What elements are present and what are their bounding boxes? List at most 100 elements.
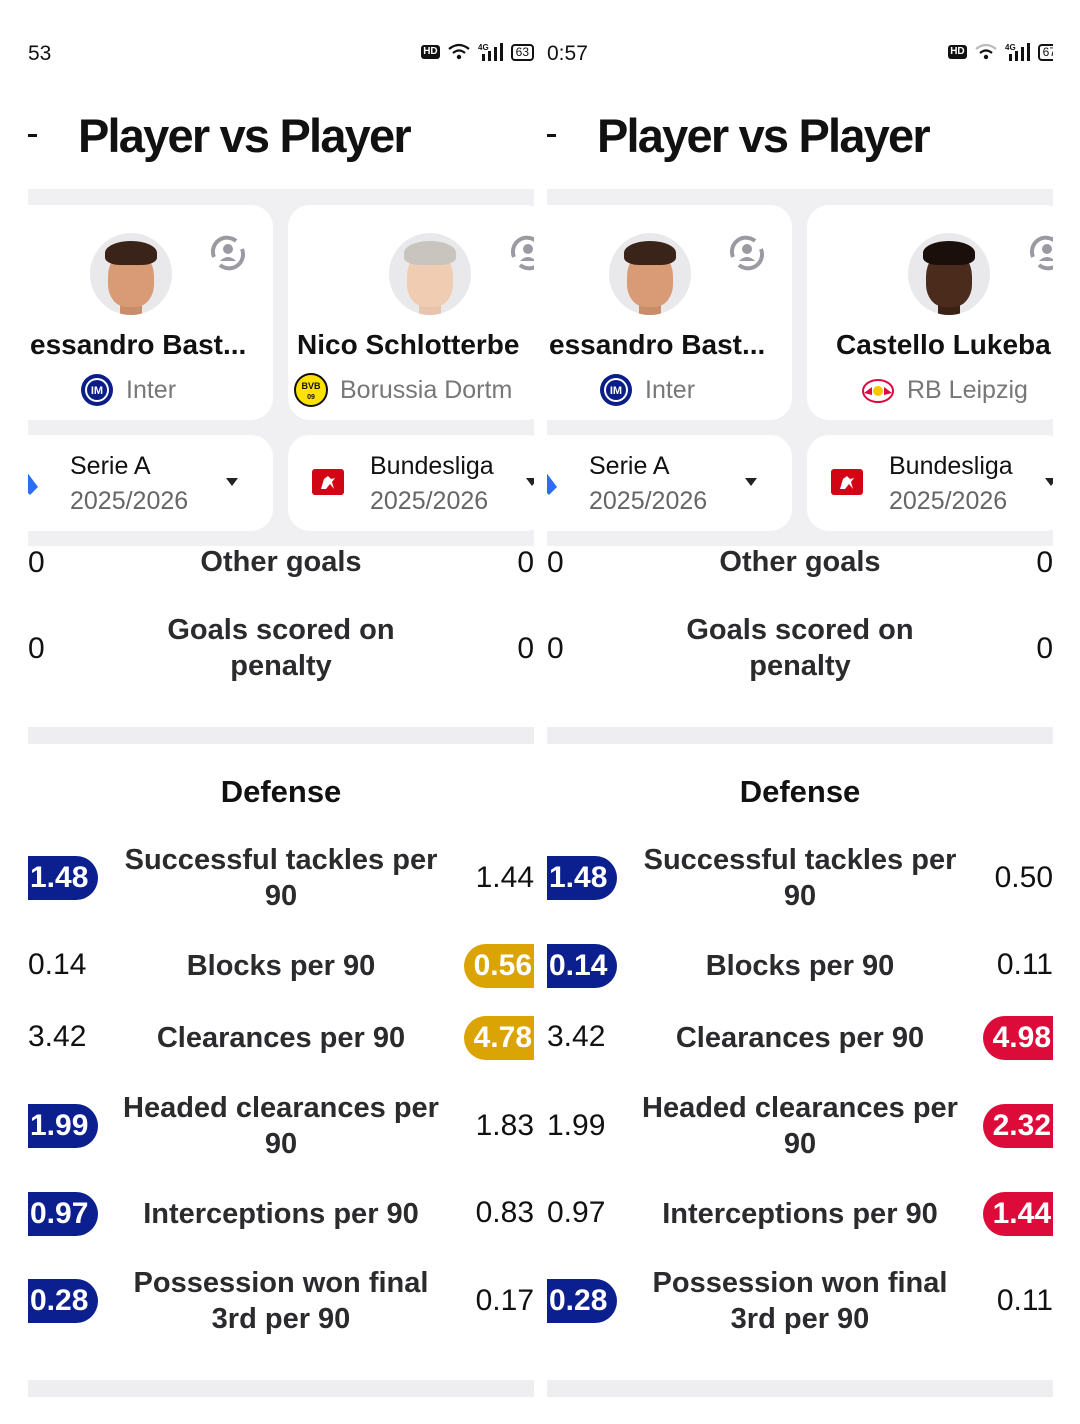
stat-label: Headed clearances per 90 [123, 1092, 439, 1160]
league-1-name: Serie A [70, 452, 151, 480]
stat-left-value: 1.48 [547, 856, 618, 900]
svg-text:IM: IM [610, 385, 622, 397]
battery-icon: 67 [1037, 43, 1053, 61]
stat-label: Clearances per 90 [675, 1022, 925, 1054]
stat-left-value: 1.99 [547, 1109, 606, 1142]
comparison-panel-right: 0:57 HD 4G 67 Player vs Player essandro … [547, 0, 1053, 1424]
stat-row: 0 Other goals 0 [547, 544, 1053, 584]
stat-right-value: 2.32 [982, 1104, 1053, 1148]
signal-icon: 4G [1005, 43, 1030, 61]
bundesliga-logo-icon [312, 469, 344, 495]
stat-right-value: 0.11 [996, 1284, 1053, 1317]
player-card-2[interactable]: Nico Schlotterbe BVB 09 Borussia Dortm [288, 205, 534, 420]
league-2-season: 2025/2026 [370, 487, 489, 515]
league-1-season: 2025/2026 [589, 487, 708, 515]
stat-left-value: 0 [547, 546, 564, 579]
swap-player-icon[interactable] [506, 231, 534, 275]
stat-label: Successful tackles per 90 [643, 844, 957, 912]
player-2-name: Castello Lukeba [836, 329, 1051, 360]
stat-left-value: 0.97 [547, 1196, 606, 1229]
stat-label: Other goals [200, 546, 362, 578]
svg-text:4G: 4G [478, 43, 489, 52]
status-bar: 0:57 HD 4G 67 [547, 40, 1053, 70]
battery-icon: 63 [510, 43, 534, 61]
stat-label: Blocks per 90 [186, 950, 376, 982]
stat-left-value: 0.97 [28, 1192, 99, 1236]
stat-label: Clearances per 90 [156, 1022, 406, 1054]
stat-right-value: 1.83 [475, 1109, 534, 1142]
player-1-team-name: Inter [645, 375, 696, 404]
player-2-avatar [389, 233, 471, 315]
stat-left-value: 1.48 [28, 856, 99, 900]
stat-left-value: 0 [28, 546, 45, 579]
player-card-2[interactable]: Castello Lukeba RB Leipzig [807, 205, 1053, 420]
chevron-down-icon[interactable] [226, 478, 238, 486]
svg-text:BVB: BVB [301, 381, 321, 391]
back-arrow-icon[interactable] [28, 134, 37, 137]
signal-icon: 4G [478, 43, 503, 61]
league-2-season: 2025/2026 [889, 487, 1008, 515]
stat-label: Goals scored on penalty [686, 614, 914, 682]
player-1-team: IM Inter [80, 373, 176, 407]
player-2-name: Nico Schlotterbe [297, 329, 520, 360]
stat-left-value: 3.42 [28, 1020, 87, 1053]
swap-player-icon[interactable] [725, 231, 769, 275]
stat-row: 0.97 Interceptions per 90 0.83 [28, 1192, 534, 1236]
stat-label: Other goals [719, 546, 881, 578]
chevron-down-icon[interactable] [745, 478, 757, 486]
league-1-name: Serie A [589, 452, 670, 480]
stat-label: Headed clearances per 90 [642, 1092, 958, 1160]
stat-left-value: 0.28 [28, 1279, 99, 1323]
player-2-avatar [908, 233, 990, 315]
back-arrow-icon[interactable] [547, 134, 556, 137]
player-card-1[interactable]: essandro Bast... IM Inter [547, 205, 792, 420]
stat-right-value: 0.50 [994, 861, 1053, 894]
stat-left-value: 0 [28, 632, 45, 665]
stat-row: 0 Goals scored on penalty 0 [547, 612, 1053, 688]
league-selector-1[interactable]: Serie A 2025/2026 [28, 435, 273, 531]
status-time: 53 [28, 42, 52, 65]
stat-label: Possession won final 3rd per 90 [652, 1267, 948, 1335]
stat-left-value: 0 [547, 632, 564, 665]
stat-left-value: 0.14 [547, 944, 618, 988]
player-card-1[interactable]: essandro Bast... IM Inter [28, 205, 273, 420]
bvb-logo-icon: BVB 09 [294, 373, 328, 407]
stat-row: 0.97 Interceptions per 90 1.44 [547, 1192, 1053, 1236]
stat-row: 1.48 Successful tackles per 90 1.44 [28, 842, 534, 918]
stat-label: Goals scored on penalty [167, 614, 395, 682]
stat-left-value: 1.99 [28, 1104, 99, 1148]
league-selector-2[interactable]: Bundesliga 2025/2026 [288, 435, 534, 531]
section-divider [28, 1380, 534, 1397]
section-divider [28, 727, 534, 744]
status-bar: 53 HD 4G 63 [28, 40, 534, 70]
hd-icon: HD [948, 45, 967, 59]
league-selector-1[interactable]: Serie A 2025/2026 [547, 435, 792, 531]
stat-right-value: 0.17 [475, 1284, 534, 1317]
stat-label: Interceptions per 90 [143, 1198, 419, 1230]
swap-player-icon[interactable] [206, 231, 250, 275]
svg-text:IM: IM [91, 385, 103, 397]
player-2-team: BVB 09 Borussia Dortm [294, 373, 512, 407]
league-selector-2[interactable]: Bundesliga 2025/2026 [807, 435, 1053, 531]
chevron-down-icon[interactable] [1045, 478, 1053, 486]
stat-row: 0.28 Possession won final 3rd per 90 0.1… [28, 1265, 534, 1341]
chevron-down-icon[interactable] [526, 478, 534, 486]
status-time: 0:57 [547, 42, 588, 65]
league-2-name: Bundesliga [889, 452, 1013, 480]
player-1-avatar [90, 233, 172, 315]
stat-right-value: 0 [517, 632, 534, 665]
player-2-team: RB Leipzig [861, 373, 1028, 407]
stat-row: 3.42 Clearances per 90 4.98 [547, 1016, 1053, 1060]
league-1-season: 2025/2026 [70, 487, 189, 515]
page-header: Player vs Player [28, 104, 534, 168]
stat-right-value: 0 [1036, 632, 1053, 665]
svg-text:09: 09 [307, 394, 315, 401]
player-1-avatar [609, 233, 691, 315]
stat-left-value: 0.14 [28, 948, 87, 981]
stat-row: 1.99 Headed clearances per 90 1.83 [28, 1090, 534, 1166]
stat-right-value: 1.44 [475, 861, 534, 894]
swap-player-icon[interactable] [1025, 231, 1053, 275]
page-title: Player vs Player [78, 109, 412, 162]
player-1-team: IM Inter [599, 373, 695, 407]
stat-right-value: 1.44 [982, 1192, 1053, 1236]
